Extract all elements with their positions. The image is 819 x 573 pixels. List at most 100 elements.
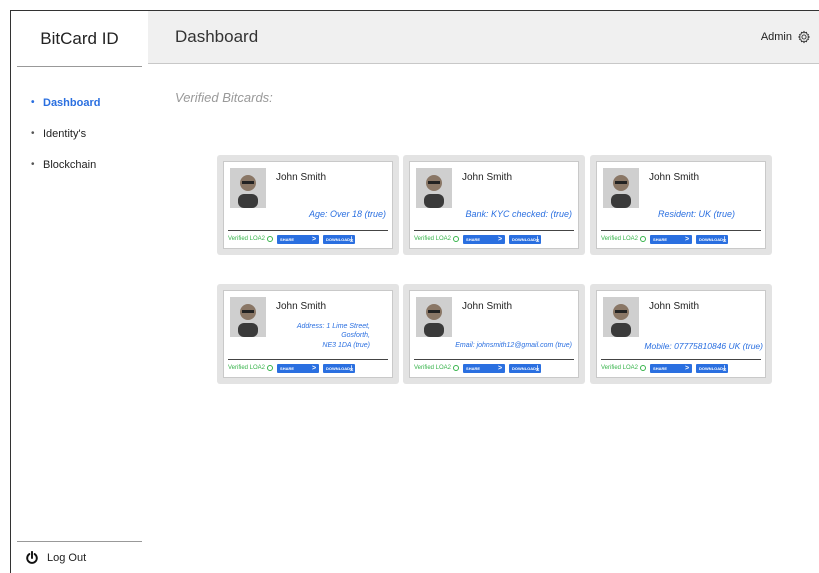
bitcard: John Smith Age: Over 18 (true) Verified … — [217, 155, 399, 255]
bullet-icon: • — [31, 97, 35, 108]
sidebar-item-label: Dashboard — [43, 96, 101, 109]
card-claim: Address: 1 Lime Street, Gosforth, NE3 1D… — [297, 322, 370, 350]
card-name: John Smith — [462, 172, 513, 183]
divider — [414, 359, 574, 360]
card-claim: Email: johnsmith12@gmail.com (true) — [455, 342, 572, 349]
avatar — [230, 297, 266, 337]
bitcard-body: John Smith Mobile: 07775810846 UK (true)… — [596, 290, 766, 378]
divider — [228, 230, 388, 231]
verified-badge: Verified LOA2 — [228, 365, 274, 371]
claim-line: Gosforth, — [341, 332, 370, 340]
sidebar-item-label: Identity's — [43, 127, 87, 140]
download-button[interactable]: DOWNLOAD ⤓ — [696, 234, 729, 244]
bullet-icon: • — [31, 128, 35, 139]
card-footer: Verified LOA2 SHARE > DOWNLOAD ⤓ — [414, 233, 574, 245]
logout-label: Log Out — [47, 551, 87, 564]
avatar — [230, 168, 266, 208]
share-button[interactable]: SHARE > — [277, 234, 320, 244]
bitcard: John Smith Mobile: 07775810846 UK (true)… — [590, 284, 772, 384]
avatar — [416, 168, 452, 208]
chevron-right-icon: > — [497, 364, 503, 372]
share-button[interactable]: SHARE > — [277, 363, 320, 373]
card-footer: Verified LOA2 SHARE > DOWNLOAD ⤓ — [601, 362, 761, 374]
card-claim: Resident: UK (true) — [657, 209, 735, 219]
card-claim: Mobile: 07775810846 UK (true) — [644, 341, 763, 351]
divider — [601, 230, 761, 231]
divider — [601, 359, 761, 360]
verified-badge: Verified LOA2 — [601, 365, 647, 371]
avatar — [416, 297, 452, 337]
bullet-icon: • — [31, 159, 35, 170]
check-circle-icon — [267, 236, 274, 242]
verified-badge: Verified LOA2 — [414, 365, 460, 371]
bitcard: John Smith Bank: KYC checked: (true) Ver… — [403, 155, 585, 255]
card-footer: Verified LOA2 SHARE > DOWNLOAD ⤓ — [228, 233, 388, 245]
card-claim: Age: Over 18 (true) — [308, 209, 386, 219]
card-name: John Smith — [462, 301, 513, 312]
bitcard-body: John Smith Age: Over 18 (true) Verified … — [223, 161, 393, 249]
logout-button[interactable]: Log Out — [17, 541, 142, 573]
download-button[interactable]: DOWNLOAD ⤓ — [509, 363, 542, 373]
verified-badge: Verified LOA2 — [414, 236, 460, 242]
page-title: Dashboard — [175, 27, 259, 46]
check-circle-icon — [453, 236, 460, 242]
download-icon: ⤓ — [350, 364, 354, 372]
check-circle-icon — [640, 365, 647, 371]
sidebar-item-blockchain[interactable]: • Blockchain — [11, 149, 148, 180]
share-button[interactable]: SHARE > — [463, 234, 506, 244]
check-circle-icon — [267, 365, 274, 371]
chevron-right-icon: > — [684, 364, 690, 372]
share-button[interactable]: SHARE > — [463, 363, 506, 373]
sidebar-item-dashboard[interactable]: • Dashboard — [11, 87, 148, 118]
download-icon: ⤓ — [536, 235, 540, 243]
sidebar: BitCard ID • Dashboard • Identity's • Bl… — [11, 11, 148, 573]
chevron-right-icon: > — [684, 235, 690, 243]
brand-logo: BitCard ID — [17, 11, 142, 67]
card-name: John Smith — [649, 172, 700, 183]
share-button[interactable]: SHARE > — [650, 234, 693, 244]
chevron-right-icon: > — [311, 235, 317, 243]
card-name: John Smith — [649, 301, 700, 312]
topbar: Dashboard Admin — [148, 11, 819, 64]
verified-badge: Verified LOA2 — [601, 236, 647, 242]
check-circle-icon — [453, 365, 460, 371]
download-button[interactable]: DOWNLOAD ⤓ — [696, 363, 729, 373]
check-circle-icon — [640, 236, 647, 242]
power-icon — [26, 550, 38, 564]
bitcard: John Smith Email: johnsmith12@gmail.com … — [403, 284, 585, 384]
download-icon: ⤓ — [723, 235, 727, 243]
card-footer: Verified LOA2 SHARE > DOWNLOAD ⤓ — [228, 362, 388, 374]
download-button[interactable]: DOWNLOAD ⤓ — [323, 234, 356, 244]
download-icon: ⤓ — [723, 364, 727, 372]
share-button[interactable]: SHARE > — [650, 363, 693, 373]
chevron-right-icon: > — [497, 235, 503, 243]
section-title: Verified Bitcards: — [175, 90, 273, 105]
bitcard: John Smith Address: 1 Lime Street, Gosfo… — [217, 284, 399, 384]
sidebar-item-identitys[interactable]: • Identity's — [11, 118, 148, 149]
card-footer: Verified LOA2 SHARE > DOWNLOAD ⤓ — [414, 362, 574, 374]
bitcard-body: John Smith Address: 1 Lime Street, Gosfo… — [223, 290, 393, 378]
admin-menu[interactable]: Admin — [761, 30, 811, 44]
claim-line: Address: 1 Lime Street, — [296, 323, 370, 330]
bitcard-body: John Smith Email: johnsmith12@gmail.com … — [409, 290, 579, 378]
claim-line: NE3 1DA (true) — [322, 341, 370, 349]
verified-badge: Verified LOA2 — [228, 236, 274, 242]
download-button[interactable]: DOWNLOAD ⤓ — [323, 363, 356, 373]
gear-icon[interactable] — [797, 30, 811, 44]
bitcard: John Smith Resident: UK (true) Verified … — [590, 155, 772, 255]
card-claim: Bank: KYC checked: (true) — [465, 209, 572, 219]
sidebar-item-label: Blockchain — [43, 158, 97, 171]
download-icon: ⤓ — [536, 364, 540, 372]
download-icon: ⤓ — [350, 235, 354, 243]
avatar — [603, 168, 639, 208]
bitcard-body: John Smith Resident: UK (true) Verified … — [596, 161, 766, 249]
card-name: John Smith — [276, 301, 327, 312]
bitcard-body: John Smith Bank: KYC checked: (true) Ver… — [409, 161, 579, 249]
avatar — [603, 297, 639, 337]
divider — [414, 230, 574, 231]
card-footer: Verified LOA2 SHARE > DOWNLOAD ⤓ — [601, 233, 761, 245]
chevron-right-icon: > — [311, 364, 317, 372]
card-name: John Smith — [276, 172, 327, 183]
download-button[interactable]: DOWNLOAD ⤓ — [509, 234, 542, 244]
sidebar-nav: • Dashboard • Identity's • Blockchain — [11, 87, 148, 180]
